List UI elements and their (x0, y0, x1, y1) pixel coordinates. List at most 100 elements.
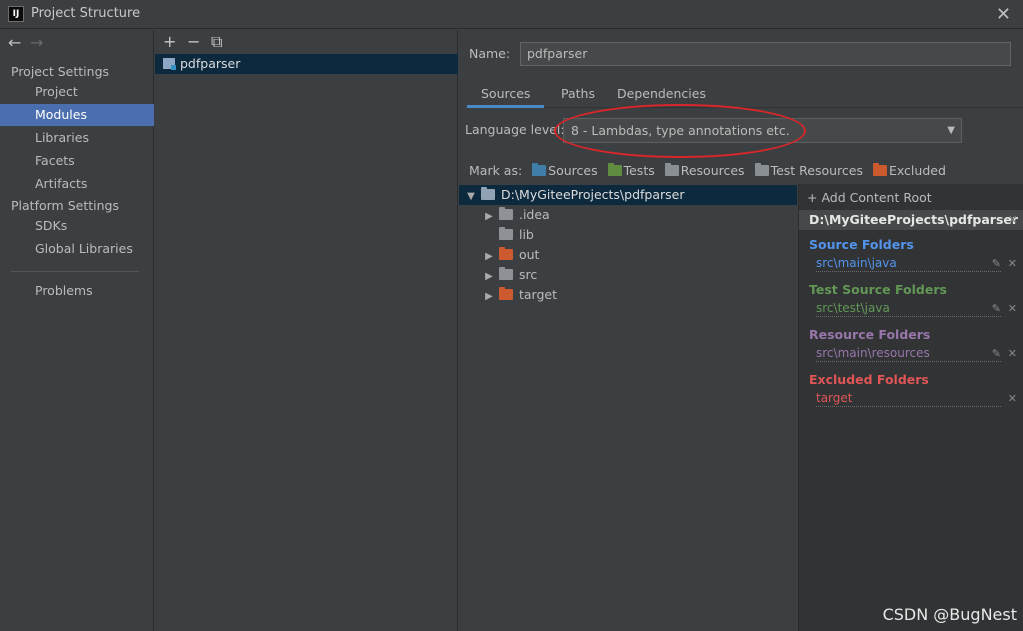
tree-item-label: src (518, 267, 538, 282)
excluded-folders-title: Excluded Folders (809, 372, 929, 387)
plus-icon: + (807, 190, 818, 205)
back-arrow-icon[interactable]: ← (8, 33, 30, 52)
excluded-folder-path: target (816, 391, 1001, 407)
sidebar-item-problems[interactable]: Problems (0, 280, 154, 302)
edit-pencil-icon[interactable]: ✎ (992, 257, 1001, 270)
mark-excluded-button[interactable]: Excluded (872, 163, 946, 178)
mark-resources-button[interactable]: Resources (664, 163, 745, 178)
tree-item-out[interactable]: ▶ out (459, 245, 797, 265)
test-source-folders-title: Test Source Folders (809, 282, 947, 297)
copy-icon[interactable]: ⧉ (211, 32, 235, 52)
resources-folder-icon (664, 163, 679, 176)
sidebar-item-artifacts[interactable]: Artifacts (0, 173, 154, 195)
resource-folders-title: Resource Folders (809, 327, 931, 342)
add-content-root-button[interactable]: + Add Content Root (807, 190, 932, 205)
module-list-item[interactable]: pdfparser (155, 54, 458, 74)
folder-icon (481, 187, 495, 200)
mark-excluded-label: Excluded (888, 163, 946, 178)
tree-item-idea[interactable]: ▶ .idea (459, 205, 797, 225)
folder-icon (499, 267, 513, 280)
content-root-header: D:\MyGiteeProjects\pdfparser ✕ (799, 210, 1023, 230)
tab-sources[interactable]: Sources (467, 82, 545, 108)
add-content-root-label: Add Content Root (821, 190, 932, 205)
excluded-folder-icon (499, 287, 513, 300)
remove-icon[interactable]: ✕ (1008, 347, 1017, 360)
remove-icon[interactable]: ✕ (1008, 257, 1017, 270)
mark-tests-label: Tests (623, 163, 655, 178)
remove-icon[interactable]: − (187, 32, 211, 51)
folder-icon (499, 227, 513, 240)
sidebar-item-facets[interactable]: Facets (0, 150, 154, 172)
tab-dependencies[interactable]: Dependencies (603, 82, 720, 108)
resource-folder-path: src\main\resources (816, 346, 1001, 362)
module-icon (163, 58, 176, 70)
mark-resources-label: Resources (680, 163, 745, 178)
test-source-folder-path: src\test\java (816, 301, 1001, 317)
close-icon[interactable]: ✕ (996, 4, 1011, 25)
remove-icon[interactable]: ✕ (1008, 302, 1017, 315)
tree-item-target[interactable]: ▶ target (459, 285, 797, 305)
chevron-right-icon[interactable]: ▶ (483, 207, 495, 227)
chevron-right-icon[interactable]: ▶ (483, 287, 495, 307)
mark-test-resources-label: Test Resources (770, 163, 863, 178)
edit-pencil-icon[interactable]: ✎ (992, 302, 1001, 315)
watermark: CSDN @BugNest (882, 605, 1017, 624)
mark-sources-label: Sources (548, 163, 598, 178)
mark-as-bar: Mark as: Sources Tests Resources Test Re… (469, 163, 946, 178)
remove-icon[interactable]: ✕ (1008, 392, 1017, 405)
language-level-label: Language level: (465, 122, 565, 137)
chevron-right-icon[interactable]: ▶ (483, 267, 495, 287)
language-level-dropdown[interactable]: 8 - Lambdas, type annotations etc. ▼ (563, 118, 962, 143)
mark-as-label: Mark as: (469, 163, 523, 178)
source-folders-title: Source Folders (809, 237, 914, 252)
add-icon[interactable]: + (163, 32, 187, 51)
tree-item-label: out (518, 247, 540, 262)
tree-item-lib[interactable]: lib (459, 225, 797, 245)
module-name: pdfparser (180, 56, 241, 71)
sources-folder-icon (532, 163, 547, 176)
tree-root-label: D:\MyGiteeProjects\pdfparser (500, 187, 685, 202)
excluded-folder-icon (499, 247, 513, 260)
chevron-down-icon: ▼ (947, 125, 955, 136)
folder-icon (499, 207, 513, 220)
intellij-icon: IJ (8, 6, 24, 22)
tab-paths[interactable]: Paths (547, 82, 609, 108)
sidebar-item-project[interactable]: Project (0, 81, 154, 103)
window-title: Project Structure (31, 6, 141, 21)
chevron-right-icon[interactable]: ▶ (483, 247, 495, 267)
sidebar-item-modules[interactable]: Modules (0, 104, 154, 126)
tree-item-label: .idea (518, 207, 550, 222)
mark-sources-button[interactable]: Sources (532, 163, 598, 178)
content-roots-panel: + Add Content Root D:\MyGiteeProjects\pd… (798, 184, 1023, 631)
forward-arrow-icon[interactable]: → (30, 33, 52, 52)
settings-sidebar: ← → Project Settings Project Modules Libr… (0, 30, 154, 631)
name-label: Name: (469, 46, 511, 61)
remove-root-icon[interactable]: ✕ (1008, 210, 1018, 230)
excluded-folder-icon (872, 163, 887, 176)
tree-root-row[interactable]: ▼ D:\MyGiteeProjects\pdfparser (459, 185, 797, 205)
chevron-down-icon[interactable]: ▼ (465, 187, 477, 207)
edit-pencil-icon[interactable]: ✎ (992, 347, 1001, 360)
content-root-path: D:\MyGiteeProjects\pdfparser (809, 212, 1019, 227)
test-resources-folder-icon (754, 163, 769, 176)
source-folder-path: src\main\java (816, 256, 1001, 272)
detail-tabs: Sources Paths Dependencies (467, 82, 1023, 108)
nav-arrows: ← → (8, 33, 52, 52)
tests-folder-icon (607, 163, 622, 176)
mark-tests-button[interactable]: Tests (607, 163, 655, 178)
sidebar-item-global-libraries[interactable]: Global Libraries (0, 238, 154, 260)
module-detail: Name: pdfparser Sources Paths Dependenci… (459, 30, 1023, 631)
mark-test-resources-button[interactable]: Test Resources (754, 163, 863, 178)
title-bar: IJ Project Structure ✕ (0, 0, 1023, 29)
module-name-field[interactable]: pdfparser (520, 42, 1011, 66)
sidebar-divider (11, 271, 139, 272)
tree-item-label: lib (518, 227, 534, 242)
modules-toolbar: + − ⧉ (163, 32, 235, 52)
modules-panel: + − ⧉ pdfparser (155, 30, 458, 631)
sidebar-item-libraries[interactable]: Libraries (0, 127, 154, 149)
language-level-value: 8 - Lambdas, type annotations etc. (571, 123, 790, 138)
sidebar-item-sdks[interactable]: SDKs (0, 215, 154, 237)
tree-item-label: target (518, 287, 557, 302)
directory-tree: ▼ D:\MyGiteeProjects\pdfparser ▶ .idea l… (459, 184, 797, 631)
tree-item-src[interactable]: ▶ src (459, 265, 797, 285)
